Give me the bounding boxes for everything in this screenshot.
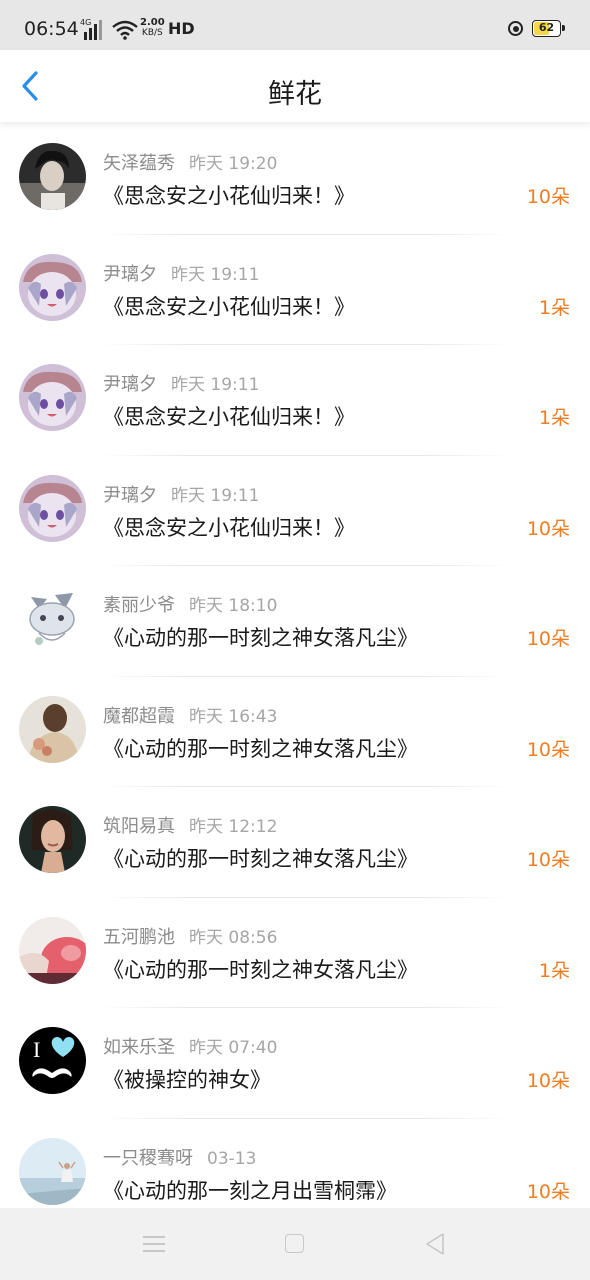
send-time: 昨天 08:56 xyxy=(189,927,278,948)
user-name[interactable]: 一只稷骞呀 xyxy=(103,1148,193,1169)
send-time: 昨天 19:11 xyxy=(171,264,260,285)
work-title[interactable]: 《思念安之小花仙归来！》 xyxy=(103,180,355,210)
avatar[interactable] xyxy=(19,1137,86,1205)
wifi-icon xyxy=(112,20,138,40)
speed-value: 2.00 xyxy=(140,17,165,28)
network-speed: 2.00 KB/S xyxy=(140,17,165,39)
send-time: 昨天 16:43 xyxy=(189,706,278,727)
list-item[interactable]: 矢泽蕴秀 昨天 19:20 《思念安之小花仙归来！》 10朵 xyxy=(0,124,590,235)
avatar[interactable] xyxy=(19,916,86,984)
flower-count: 1朵 xyxy=(538,959,570,982)
avatar[interactable]: I xyxy=(19,1027,86,1094)
menu-icon[interactable] xyxy=(143,1234,165,1254)
work-title[interactable]: 《心动的那一时刻之神女落凡尘》 xyxy=(103,954,418,984)
flower-count: 10朵 xyxy=(526,1070,570,1092)
work-title[interactable]: 《心动的那一时刻之神女落凡尘》 xyxy=(103,622,418,652)
flower-count: 1朵 xyxy=(538,296,570,319)
send-time: 昨天 18:10 xyxy=(189,596,278,616)
send-time: 昨天 19:20 xyxy=(189,154,278,174)
send-time: 昨天 19:11 xyxy=(171,375,260,395)
flower-count: 10朵 xyxy=(526,849,570,871)
user-name[interactable]: 素丽少爷 xyxy=(103,595,175,616)
work-title[interactable]: 《心动的那一刻之月出雪桐霈》 xyxy=(103,1175,397,1205)
work-title[interactable]: 《心动的那一时刻之神女落凡尘》 xyxy=(103,843,418,873)
user-name[interactable]: 筑阳易真 xyxy=(103,816,175,837)
page-title: 鲜花 xyxy=(268,79,322,110)
send-time: 03-13 xyxy=(207,1148,257,1169)
send-time: 昨天 12:12 xyxy=(189,817,278,837)
flower-record-list[interactable]: 矢泽蕴秀 昨天 19:20 《思念安之小花仙归来！》 10朵 尹璃夕 昨天 19:1… xyxy=(0,124,590,1229)
list-item[interactable]: I 如来乐圣 昨天 07:40 《被操控的神女》 10朵 xyxy=(0,1008,590,1119)
avatar[interactable] xyxy=(19,585,86,652)
avatar[interactable] xyxy=(19,253,86,321)
flower-count: 10朵 xyxy=(526,628,570,650)
status-bar: 06:54 4G 2.00 KB/S HD 62 xyxy=(0,0,590,50)
flower-count: 10朵 xyxy=(526,186,570,208)
list-item[interactable]: 素丽少爷 昨天 18:10 《心动的那一时刻之神女落凡尘》 10朵 xyxy=(0,566,590,677)
system-nav-bar xyxy=(0,1208,590,1280)
work-title[interactable]: 《思念安之小花仙归来！》 xyxy=(103,512,355,542)
signal-icon: 4G xyxy=(80,18,104,40)
flower-count: 1朵 xyxy=(538,407,570,429)
flower-count: 10朵 xyxy=(526,517,570,540)
user-name[interactable]: 尹璃夕 xyxy=(103,264,157,285)
flower-count: 10朵 xyxy=(526,738,570,761)
user-name[interactable]: 尹璃夕 xyxy=(103,485,157,506)
list-item[interactable]: 尹璃夕 昨天 19:11 《思念安之小花仙归来！》 1朵 xyxy=(0,345,590,456)
speed-unit: KB/S xyxy=(141,28,163,38)
avatar[interactable] xyxy=(19,806,86,873)
send-time: 昨天 07:40 xyxy=(189,1038,278,1058)
user-name[interactable]: 魔都超霞 xyxy=(103,706,175,727)
work-title[interactable]: 《思念安之小花仙归来！》 xyxy=(103,401,355,431)
avatar[interactable] xyxy=(19,474,86,542)
svg-text:I: I xyxy=(33,1037,40,1062)
list-item[interactable]: 尹璃夕 昨天 19:11 《思念安之小花仙归来！》 1朵 xyxy=(0,235,590,345)
header: 鲜花 xyxy=(0,50,590,122)
work-title[interactable]: 《思念安之小花仙归来！》 xyxy=(103,291,355,321)
avatar[interactable] xyxy=(19,364,86,431)
user-name[interactable]: 如来乐圣 xyxy=(103,1037,175,1058)
dnd-icon xyxy=(508,21,523,36)
avatar[interactable] xyxy=(19,143,86,210)
network-type: 4G xyxy=(80,18,92,27)
list-item[interactable]: 筑阳易真 昨天 12:12 《心动的那一时刻之神女落凡尘》 10朵 xyxy=(0,787,590,898)
send-time: 昨天 19:11 xyxy=(171,485,260,506)
list-item[interactable]: 五河鹏池 昨天 08:56 《心动的那一时刻之神女落凡尘》 1朵 xyxy=(0,898,590,1008)
user-name[interactable]: 矢泽蕴秀 xyxy=(103,153,175,174)
flower-count: 10朵 xyxy=(526,1180,570,1203)
user-name[interactable]: 尹璃夕 xyxy=(103,374,157,395)
list-item[interactable]: 魔都超霞 昨天 16:43 《心动的那一时刻之神女落凡尘》 10朵 xyxy=(0,677,590,787)
back-triangle-icon[interactable] xyxy=(424,1232,446,1256)
avatar[interactable] xyxy=(19,695,86,763)
work-title[interactable]: 《心动的那一时刻之神女落凡尘》 xyxy=(103,733,418,763)
work-title[interactable]: 《被操控的神女》 xyxy=(103,1064,271,1094)
user-name[interactable]: 五河鹏池 xyxy=(103,927,175,948)
hd-indicator: HD xyxy=(168,19,195,38)
list-item[interactable]: 尹璃夕 昨天 19:11 《思念安之小花仙归来！》 10朵 xyxy=(0,456,590,566)
battery-icon: 62 xyxy=(532,20,565,37)
status-time: 06:54 xyxy=(24,18,79,40)
home-icon[interactable] xyxy=(285,1234,304,1253)
battery-level: 62 xyxy=(538,21,555,34)
